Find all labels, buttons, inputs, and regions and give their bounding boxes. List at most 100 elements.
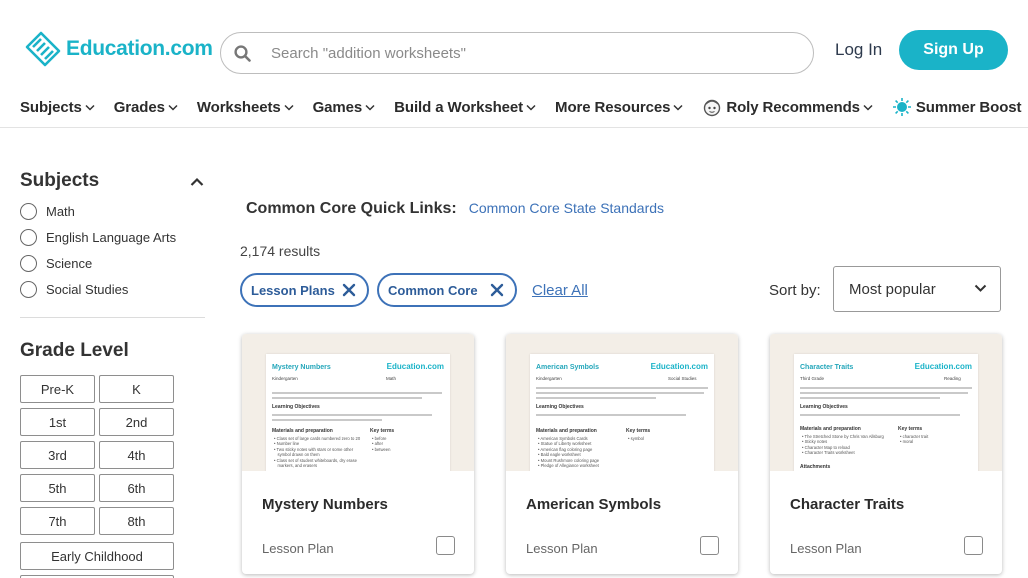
logo-text: Education.com xyxy=(66,37,213,60)
close-icon[interactable] xyxy=(341,282,357,298)
preview-heading: Key terms xyxy=(626,428,651,434)
preview-materials-list: • The Stretched Stone by Chris Van Allsb… xyxy=(802,434,884,456)
nav-games[interactable]: Games xyxy=(313,99,376,116)
grade-5th[interactable]: 5th xyxy=(20,474,95,502)
radio-button[interactable] xyxy=(20,281,37,298)
card-type: Lesson Plan xyxy=(790,541,862,556)
resource-card-character-traits[interactable]: Character Traits Education.com Third Gra… xyxy=(770,334,1002,574)
preview-text-line xyxy=(536,387,708,389)
nav-grades[interactable]: Grades xyxy=(114,99,178,116)
card-select-checkbox[interactable] xyxy=(700,536,719,555)
grade-6th[interactable]: 6th xyxy=(99,474,174,502)
subject-option-social-studies[interactable]: Social Studies xyxy=(20,281,128,298)
chevron-down-icon xyxy=(526,104,536,111)
chevron-down-icon xyxy=(365,104,375,111)
preview-text-line xyxy=(536,392,704,394)
resource-card-mystery-numbers[interactable]: Mystery Numbers Education.com Kindergart… xyxy=(242,334,474,574)
subject-label: Math xyxy=(46,204,75,219)
card-title[interactable]: Character Traits xyxy=(790,496,904,513)
nav-summer-boost[interactable]: Summer Boost xyxy=(892,97,1022,117)
resource-card-american-symbols[interactable]: American Symbols Education.com Kindergar… xyxy=(506,334,738,574)
grade-early-childhood[interactable]: Early Childhood xyxy=(20,542,174,570)
preview-text-line xyxy=(800,392,968,394)
radio-button[interactable] xyxy=(20,255,37,272)
nav-label: Subjects xyxy=(20,98,82,116)
preview-keyterms-list: • symbol xyxy=(628,436,644,441)
preview-heading: Materials and preparation xyxy=(800,426,861,432)
card-thumbnail[interactable]: Character Traits Education.com Third Gra… xyxy=(770,334,1002,471)
chip-label: Common Core xyxy=(388,282,478,298)
preview-heading: Learning Objectives xyxy=(272,404,320,410)
grade-filter-title[interactable]: Grade Level xyxy=(20,340,129,362)
preview-brand: Education.com xyxy=(650,362,708,371)
card-title[interactable]: American Symbols xyxy=(526,496,661,513)
subject-option-ela[interactable]: English Language Arts xyxy=(20,229,176,246)
radio-button[interactable] xyxy=(20,203,37,220)
login-link[interactable]: Log In xyxy=(835,40,882,60)
grade-4th[interactable]: 4th xyxy=(99,441,174,469)
grade-k[interactable]: K xyxy=(99,375,174,403)
preview-brand: Education.com xyxy=(386,362,444,371)
card-title[interactable]: Mystery Numbers xyxy=(262,496,388,513)
subject-option-science[interactable]: Science xyxy=(20,255,92,272)
nav-label: Games xyxy=(312,98,363,116)
card-select-checkbox[interactable] xyxy=(964,536,983,555)
grade-7th[interactable]: 7th xyxy=(20,507,95,535)
grade-8th[interactable]: 8th xyxy=(99,507,174,535)
chevron-down-icon xyxy=(85,104,95,111)
worksheet-preview: American Symbols Education.com Kindergar… xyxy=(530,354,714,471)
grade-1st[interactable]: 1st xyxy=(20,408,95,436)
subjects-filter-title[interactable]: Subjects xyxy=(20,170,99,192)
preview-heading: Learning Objectives xyxy=(800,404,848,410)
nav-roly-recommends[interactable]: Roly Recommends xyxy=(702,97,873,117)
preview-text-line xyxy=(800,397,940,399)
preview-keyterms-list: • before • after • between xyxy=(372,436,391,452)
subject-option-math[interactable]: Math xyxy=(20,203,75,220)
nav-label: More Resources xyxy=(555,98,671,116)
close-icon[interactable] xyxy=(489,282,505,298)
search-bar[interactable] xyxy=(220,32,814,74)
card-select-checkbox[interactable] xyxy=(436,536,455,555)
preview-grade: Kindergarten xyxy=(536,376,562,381)
card-thumbnail[interactable]: American Symbols Education.com Kindergar… xyxy=(506,334,738,471)
preview-title: American Symbols xyxy=(536,364,600,371)
search-icon[interactable] xyxy=(221,44,259,62)
nav-label: Worksheets xyxy=(196,98,281,116)
worksheet-preview: Mystery Numbers Education.com Kindergart… xyxy=(266,354,450,471)
sort-label: Sort by: xyxy=(769,282,821,299)
filter-chip-lesson-plans[interactable]: Lesson Plans xyxy=(240,273,369,307)
nav-more-resources[interactable]: More Resources xyxy=(555,99,683,116)
results-count: 2,174 results xyxy=(240,243,321,259)
common-core-standards-link[interactable]: Common Core State Standards xyxy=(469,200,664,216)
preview-text-line xyxy=(536,397,656,399)
preview-grade: Kindergarten xyxy=(272,376,298,381)
sort-value: Most popular xyxy=(849,280,936,298)
grade-3rd[interactable]: 3rd xyxy=(20,441,95,469)
signup-button[interactable]: Sign Up xyxy=(899,30,1008,70)
nav-worksheets[interactable]: Worksheets xyxy=(197,99,294,116)
nav-label: Roly Recommends xyxy=(726,98,860,116)
nav-label: Grades xyxy=(113,98,165,116)
chevron-down-icon xyxy=(863,104,873,111)
preview-brand: Education.com xyxy=(914,362,972,371)
sort-select[interactable]: Most popular xyxy=(833,266,1001,312)
radio-button[interactable] xyxy=(20,229,37,246)
grade-2nd[interactable]: 2nd xyxy=(99,408,174,436)
nav-subjects[interactable]: Subjects xyxy=(20,99,95,116)
subject-label: Social Studies xyxy=(46,282,129,297)
filter-chip-common-core[interactable]: Common Core xyxy=(377,273,517,307)
nav-divider xyxy=(0,127,1028,128)
preview-text-line xyxy=(272,392,442,394)
preview-heading: Learning Objectives xyxy=(536,404,584,410)
preview-heading: Attachments xyxy=(800,464,831,470)
nav-label: Summer Boost xyxy=(915,98,1022,116)
chevron-up-icon[interactable] xyxy=(190,174,204,192)
site-logo[interactable]: Education.com xyxy=(24,30,213,68)
clear-all-link[interactable]: Clear All xyxy=(532,282,588,299)
grade-pre-k[interactable]: Pre-K xyxy=(20,375,95,403)
card-thumbnail[interactable]: Mystery Numbers Education.com Kindergart… xyxy=(242,334,474,471)
preview-subject: Reading xyxy=(944,376,961,381)
nav-build-worksheet[interactable]: Build a Worksheet xyxy=(394,99,536,116)
chevron-down-icon xyxy=(168,104,178,111)
search-input[interactable] xyxy=(271,44,791,62)
